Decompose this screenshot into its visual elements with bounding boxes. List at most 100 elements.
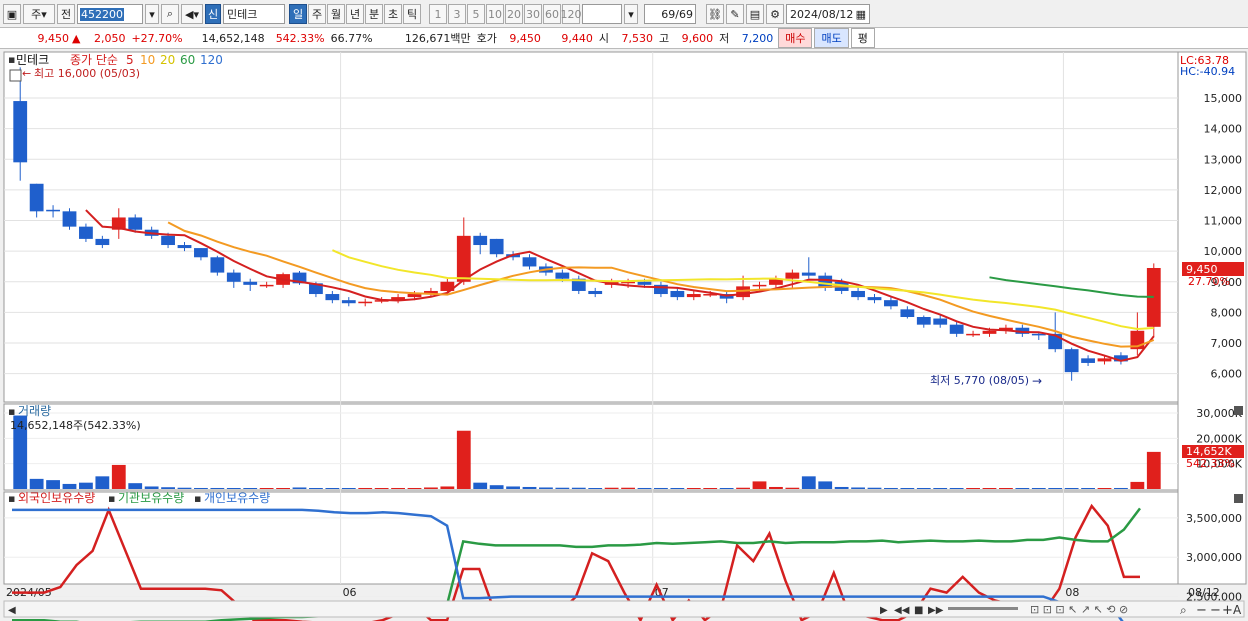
stock-title: 민테크 (16, 53, 49, 67)
interval-input[interactable] (582, 4, 622, 24)
interval-button-3[interactable]: 3 (448, 4, 466, 24)
date-text: 2024/08/12 (790, 7, 854, 21)
price-tick-label: 12,000 (1204, 184, 1243, 197)
data-count-field[interactable]: 69/69 (644, 4, 696, 24)
interval-button-30[interactable]: 30 (524, 4, 542, 24)
volume-bar (670, 488, 685, 489)
candle (1081, 358, 1095, 363)
candle (884, 300, 898, 307)
candle (177, 245, 192, 249)
volume-bar (194, 487, 208, 489)
interval-button-1[interactable]: 1 (429, 4, 447, 24)
zoom-in-icon[interactable]: + (1222, 603, 1233, 618)
candle (489, 238, 504, 255)
magnifier-icon[interactable]: ⌕ (1180, 603, 1187, 617)
volume-bar (309, 488, 323, 489)
eval-button[interactable]: 평 (850, 28, 875, 48)
volume-bar (1097, 488, 1112, 489)
period-tab-4[interactable]: 분 (365, 4, 383, 24)
holding-close-icon[interactable] (1234, 494, 1243, 503)
chart-tools-icon[interactable]: ⊡ ⊡ ⊡ ↖ ↗ ↖ ⟲ ⊘ (1030, 603, 1128, 616)
volume-bar (506, 486, 520, 489)
period-tab-1[interactable]: 주 (308, 4, 326, 24)
volume-panel-marker: ▪ (8, 405, 15, 418)
candle (1064, 349, 1079, 373)
holding-marker-3: ▪ (194, 492, 201, 505)
period-tab-2[interactable]: 월 (327, 4, 345, 24)
legend-foreign: 외국인보유수량 (18, 491, 95, 505)
stock-chart[interactable]: 2024/05 06 07 08 08/12 15,00014,00013,00012,… (0, 51, 1248, 621)
draw-icon[interactable]: ✎ (726, 4, 744, 24)
volume-bar (1081, 488, 1095, 489)
chain-icon[interactable]: ⛓ (706, 4, 724, 24)
price-tick-label: 15,000 (1204, 92, 1243, 105)
candle (29, 183, 44, 212)
calendar-toggle-icon[interactable] (9, 69, 22, 82)
period-tab-0[interactable]: 일 (289, 4, 307, 24)
volume-bar (1015, 488, 1030, 489)
gear-icon[interactable]: ⚙ (766, 4, 784, 24)
buy-button[interactable]: 매수 (778, 28, 813, 48)
interval-button-120[interactable]: 120 (561, 4, 582, 24)
interval-dropdown-icon[interactable]: ▾ (624, 4, 638, 24)
volume-close-icon[interactable] (1234, 406, 1243, 415)
volume-bar (522, 486, 537, 489)
scroll-right-icon[interactable]: ▶ (880, 605, 888, 616)
sell-button[interactable]: 매도 (814, 28, 849, 48)
candle (851, 290, 865, 298)
ask-price: 9,450 (509, 31, 541, 45)
stop-icon[interactable]: ■ (914, 605, 923, 616)
open-label: 시 (598, 32, 609, 45)
price-tick-label: 11,000 (1204, 215, 1243, 228)
calendar-icon[interactable]: ▦ (856, 8, 866, 21)
volume-bar (719, 488, 734, 489)
volume-bar (686, 488, 701, 489)
rewind-icon[interactable]: ◀◀ (894, 605, 910, 616)
forward-icon[interactable]: ▶▶ (928, 605, 944, 616)
volume-title: 거래량 (18, 404, 51, 418)
scroll-left-icon[interactable]: ◀ (8, 605, 16, 616)
panel-icon[interactable]: ▣ (3, 4, 21, 24)
period-tab-3[interactable]: 년 (346, 4, 364, 24)
volume-bar (79, 482, 93, 489)
zoom-slider[interactable] (948, 607, 1018, 610)
stock-name-field[interactable]: 민테크 (223, 4, 285, 24)
candle (801, 272, 816, 276)
save-icon[interactable]: ▤ (746, 4, 764, 24)
auto-scale-icon[interactable]: A (1233, 603, 1242, 617)
search-icon[interactable]: ⌕ (161, 4, 179, 24)
volume-bar (818, 481, 833, 489)
speaker-icon[interactable]: ◀▾ (181, 4, 203, 24)
volume-bar (259, 488, 274, 489)
interval-button-20[interactable]: 20 (505, 4, 523, 24)
high-label: 고 (658, 32, 670, 45)
interval-button-5[interactable]: 5 (467, 4, 485, 24)
low-label: 저 (719, 32, 730, 45)
candle (243, 281, 258, 285)
candle (588, 290, 603, 295)
date-input[interactable]: 2024/08/12 ▦ (786, 4, 870, 24)
interval-button-10[interactable]: 10 (486, 4, 504, 24)
period-tab-5[interactable]: 초 (384, 4, 402, 24)
volume-bar (900, 488, 915, 489)
period-tab-6[interactable]: 틱 (403, 4, 421, 24)
volume-bar (161, 487, 175, 489)
volume-bar (62, 483, 77, 489)
volume-bar (407, 487, 422, 489)
holding-marker-2: ▪ (108, 492, 115, 505)
zoom-out-icon[interactable]: − (1196, 603, 1207, 618)
volume-bar (555, 487, 570, 489)
market-select[interactable]: 주 ▾ (23, 4, 55, 24)
candle (982, 330, 997, 334)
price-type-button[interactable]: 전 (57, 4, 75, 24)
high-note: 최고 16,000 (05/03) (34, 67, 140, 80)
code-dropdown-icon[interactable]: ▾ (145, 4, 159, 24)
interval-button-60[interactable]: 60 (543, 4, 561, 24)
stock-code-input[interactable]: 452200 (77, 4, 143, 24)
candle (752, 284, 767, 287)
minus-icon[interactable]: − (1210, 603, 1221, 618)
volume-bar (95, 476, 110, 489)
volume-bar (46, 480, 60, 489)
candle (46, 209, 60, 212)
volume-bar (982, 488, 997, 489)
